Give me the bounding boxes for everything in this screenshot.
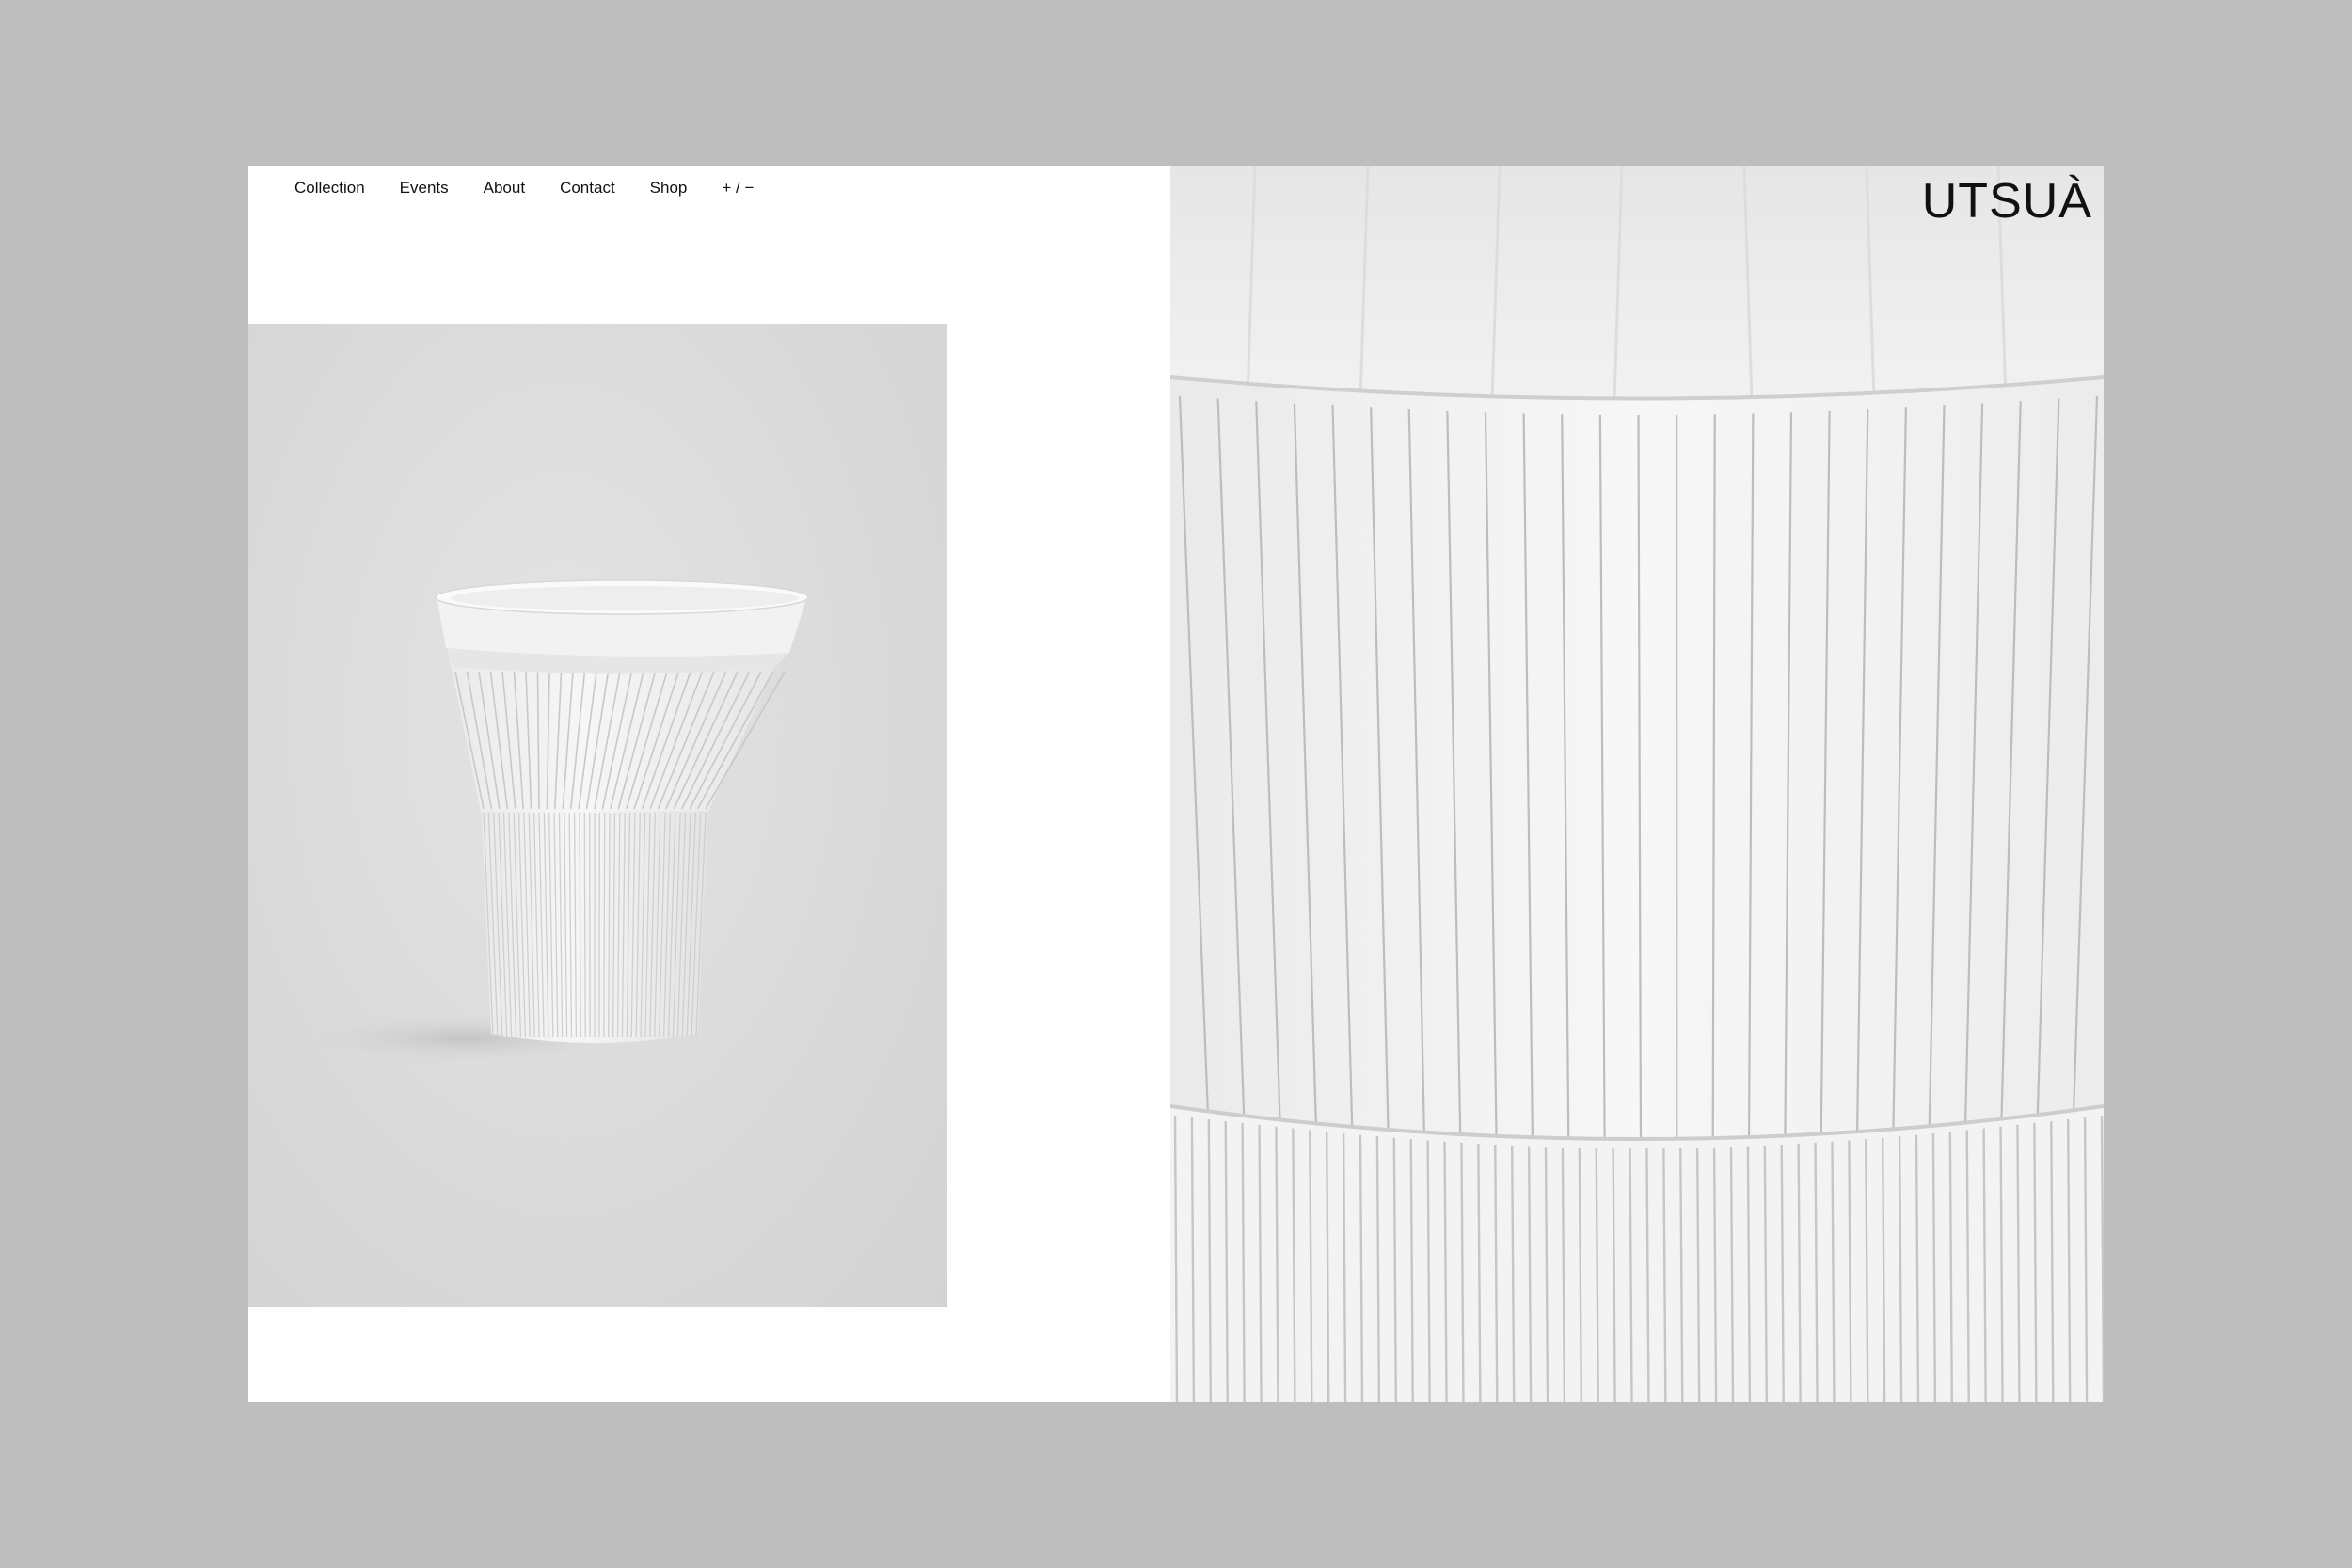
- main-nav: Collection Events About Contact Shop + /…: [294, 179, 754, 198]
- cup-rib-line: [583, 812, 586, 1037]
- nav-about[interactable]: About: [484, 179, 525, 198]
- nav-events[interactable]: Events: [400, 179, 449, 198]
- cup-illustration: [305, 579, 809, 1063]
- page-frame: Collection Events About Contact Shop + /…: [248, 166, 2104, 1402]
- nav-shop[interactable]: Shop: [650, 179, 688, 198]
- left-panel: Collection Events About Contact Shop + /…: [248, 166, 1170, 1402]
- cup-closeup-illustration: [1170, 166, 2104, 1402]
- nav-zoom-toggle[interactable]: + / −: [722, 179, 754, 198]
- nav-contact[interactable]: Contact: [560, 179, 615, 198]
- nav-collection[interactable]: Collection: [294, 179, 365, 198]
- cup-rib-line: [603, 812, 606, 1037]
- brand-logo[interactable]: UTSUÀ: [1922, 173, 2092, 230]
- detail-photo-cup-closeup[interactable]: UTSUÀ: [1170, 166, 2104, 1402]
- product-photo-cup[interactable]: [248, 324, 947, 1307]
